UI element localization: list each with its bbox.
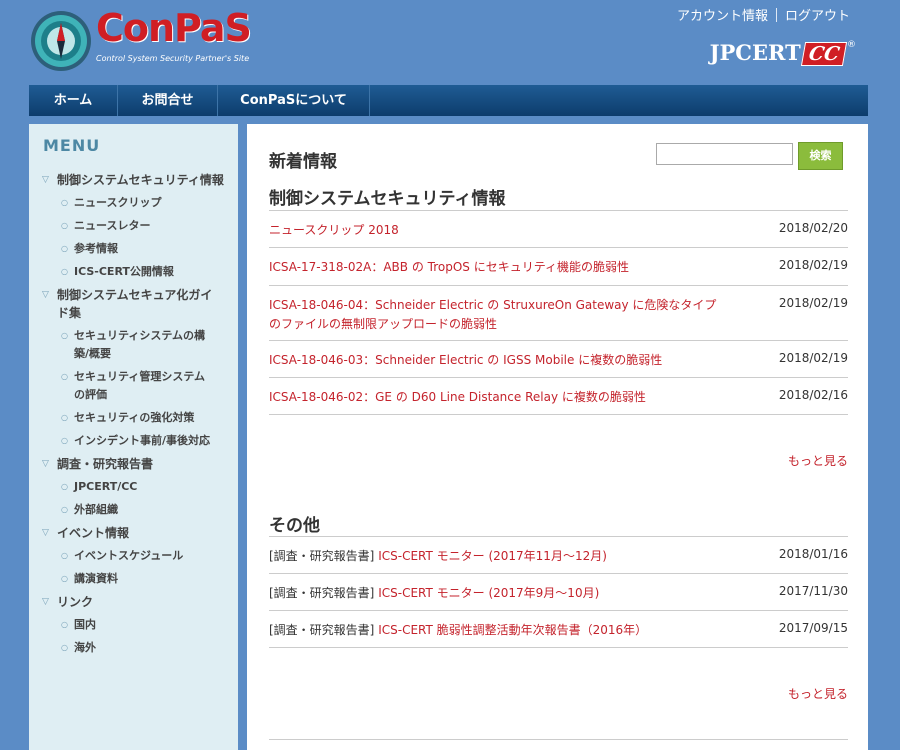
page-title: 新着情報 — [269, 152, 337, 172]
section-title-other: その他 — [269, 516, 320, 536]
sidebar-item-event-schedule[interactable]: イベントスケジュール — [29, 547, 224, 565]
item-date: 2018/01/16 — [778, 547, 848, 561]
list-item[interactable]: ICSA-17-318-02A：ABB の TropOS にセキュリティ機能の脆… — [269, 248, 848, 286]
top-links: アカウント情報 ログアウト — [677, 5, 850, 24]
jpcert-text: JPCERT — [709, 40, 801, 65]
sidebar-category-reports[interactable]: 調査・研究報告書 — [29, 455, 238, 473]
sidebar-category-events[interactable]: イベント情報 — [29, 524, 238, 542]
more-link-other[interactable]: もっと見る — [788, 685, 848, 702]
sidebar-item-security-hardening[interactable]: セキュリティの強化対策 — [29, 409, 224, 427]
news-list-security: ニュースクリップ 2018 2018/02/20 ICSA-17-318-02A… — [269, 211, 848, 415]
item-category: [調査・研究報告書] — [269, 586, 375, 600]
item-title[interactable]: [調査・研究報告書] ICS-CERT モニター (2017年9月～10月) — [269, 584, 709, 603]
jpcert-cc: CC — [800, 42, 848, 66]
item-date: 2017/09/15 — [778, 621, 848, 635]
list-item[interactable]: [調査・研究報告書] ICS-CERT 脆弱性調整活動年次報告書（2016年） … — [269, 611, 848, 648]
sidebar-item-ics-cert[interactable]: ICS-CERT公開情報 — [29, 263, 224, 281]
list-item[interactable]: ICSA-18-046-02：GE の D60 Line Distance Re… — [269, 378, 848, 415]
item-title-text[interactable]: ICS-CERT 脆弱性調整活動年次報告書（2016年） — [378, 623, 647, 637]
bottom-divider — [269, 739, 848, 740]
list-item[interactable]: ICSA-18-046-04：Schneider Electric の Stru… — [269, 286, 848, 341]
item-title[interactable]: [調査・研究報告書] ICS-CERT モニター (2017年11月～12月) — [269, 547, 709, 566]
sidebar-item-overseas[interactable]: 海外 — [29, 639, 224, 657]
sidebar: MENU 制御システムセキュリティ情報 ニュースクリップ ニュースレター 参考情… — [29, 124, 238, 750]
site-logo[interactable]: ConPaS Control System Security Partner's… — [30, 6, 270, 74]
item-date: 2018/02/19 — [778, 351, 848, 365]
account-link[interactable]: アカウント情報 — [677, 5, 768, 24]
sidebar-item-security-management[interactable]: セキュリティ管理システムの評価 — [29, 368, 214, 404]
sidebar-category-security-info[interactable]: 制御システムセキュリティ情報 — [29, 171, 224, 189]
menu-title: MENU — [43, 136, 101, 155]
logo-title: ConPaS — [96, 6, 252, 50]
item-date: 2018/02/19 — [778, 296, 848, 310]
item-date: 2018/02/16 — [778, 388, 848, 402]
list-item[interactable]: [調査・研究報告書] ICS-CERT モニター (2017年11月～12月) … — [269, 537, 848, 574]
sidebar-menu: 制御システムセキュリティ情報 ニュースクリップ ニュースレター 参考情報 ICS… — [29, 166, 238, 657]
search-input[interactable] — [656, 143, 793, 165]
sidebar-item-domestic[interactable]: 国内 — [29, 616, 224, 634]
sidebar-item-external[interactable]: 外部組織 — [29, 501, 224, 519]
registered-mark: ® — [847, 40, 856, 50]
list-item[interactable]: ICSA-18-046-03：Schneider Electric の IGSS… — [269, 341, 848, 378]
nav-home[interactable]: ホーム — [29, 85, 118, 116]
header: ConPaS Control System Security Partner's… — [0, 0, 900, 85]
compass-icon — [31, 11, 91, 71]
item-title[interactable]: [調査・研究報告書] ICS-CERT 脆弱性調整活動年次報告書（2016年） — [269, 621, 709, 640]
divider — [775, 8, 777, 22]
item-category: [調査・研究報告書] — [269, 549, 375, 563]
nav-contact[interactable]: お問合せ — [118, 85, 218, 116]
sidebar-item-jpcert-cc[interactable]: JPCERT/CC — [29, 478, 224, 496]
news-list-other: [調査・研究報告書] ICS-CERT モニター (2017年11月～12月) … — [269, 537, 848, 648]
main-content: 新着情報 検索 制御システムセキュリティ情報 ニュースクリップ 2018 201… — [247, 124, 868, 750]
list-item[interactable]: ニュースクリップ 2018 2018/02/20 — [269, 211, 848, 248]
sidebar-item-news-clip[interactable]: ニュースクリップ — [29, 194, 224, 212]
item-category: [調査・研究報告書] — [269, 623, 375, 637]
sidebar-item-incident-response[interactable]: インシデント事前/事後対応 — [29, 432, 224, 450]
item-title[interactable]: ICSA-18-046-04：Schneider Electric の Stru… — [269, 296, 719, 334]
item-title-text[interactable]: ICS-CERT モニター (2017年9月～10月) — [378, 586, 599, 600]
more-link-security[interactable]: もっと見る — [788, 452, 848, 469]
sidebar-category-guides[interactable]: 制御システムセキュア化ガイド集 — [29, 286, 214, 322]
nav-about[interactable]: ConPaSについて — [218, 85, 370, 116]
item-title[interactable]: ICSA-18-046-02：GE の D60 Line Distance Re… — [269, 388, 709, 407]
main-nav: ホーム お問合せ ConPaSについて — [29, 85, 868, 116]
sidebar-item-reference[interactable]: 参考情報 — [29, 240, 224, 258]
sidebar-item-security-system[interactable]: セキュリティシステムの構築/概要 — [29, 327, 209, 363]
logout-link[interactable]: ログアウト — [785, 5, 850, 24]
search-button[interactable]: 検索 — [798, 142, 843, 170]
logo-subtitle: Control System Security Partner's Site — [96, 54, 250, 63]
item-date: 2018/02/19 — [778, 258, 848, 272]
item-date: 2018/02/20 — [778, 221, 848, 235]
sidebar-item-lecture-materials[interactable]: 講演資料 — [29, 570, 224, 588]
item-title[interactable]: ICSA-18-046-03：Schneider Electric の IGSS… — [269, 351, 709, 370]
list-item[interactable]: [調査・研究報告書] ICS-CERT モニター (2017年9月～10月) 2… — [269, 574, 848, 611]
item-date: 2017/11/30 — [778, 584, 848, 598]
sidebar-item-newsletter[interactable]: ニュースレター — [29, 217, 224, 235]
section-title-security: 制御システムセキュリティ情報 — [269, 189, 506, 209]
jpcert-logo[interactable]: JPCERT CC ® — [710, 40, 856, 68]
item-title[interactable]: ICSA-17-318-02A：ABB の TropOS にセキュリティ機能の脆… — [269, 258, 709, 277]
item-title[interactable]: ニュースクリップ 2018 — [269, 221, 709, 240]
item-title-text[interactable]: ICS-CERT モニター (2017年11月～12月) — [378, 549, 607, 563]
sidebar-category-links[interactable]: リンク — [29, 593, 238, 611]
